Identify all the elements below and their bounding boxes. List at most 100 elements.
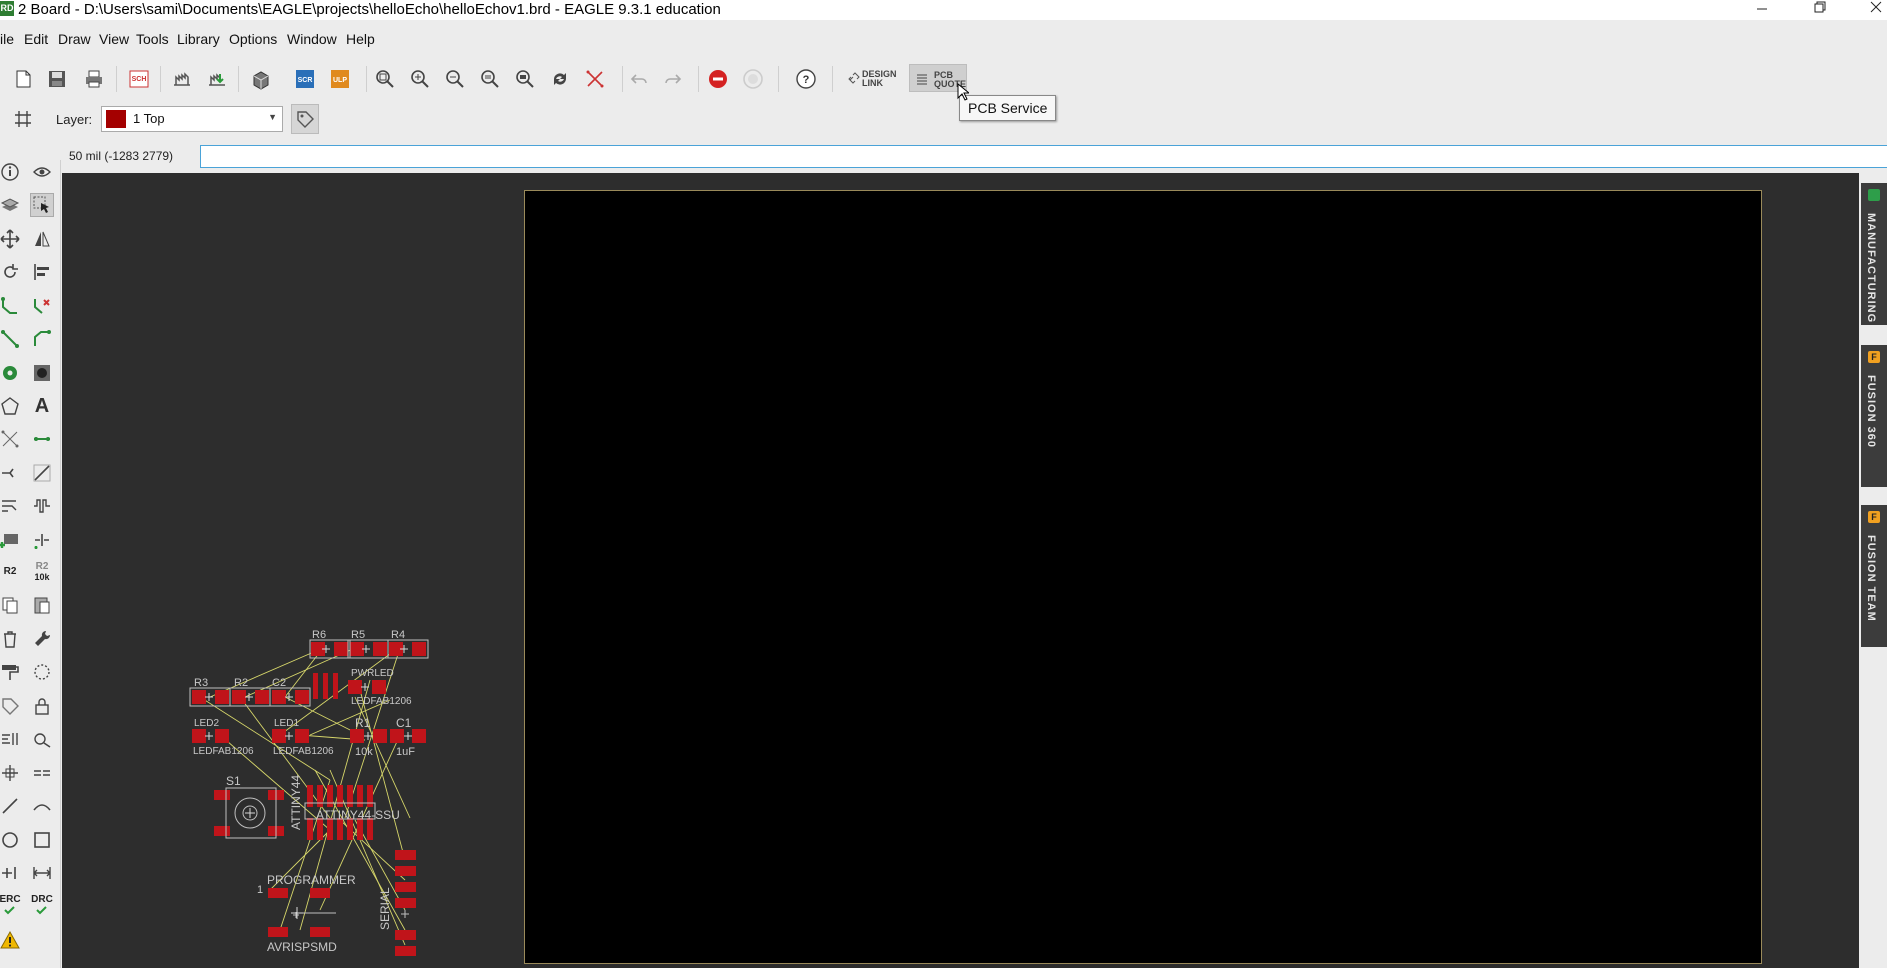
align-tool[interactable] xyxy=(30,260,54,284)
lock-tool[interactable] xyxy=(30,694,54,718)
export-button[interactable] xyxy=(204,66,230,92)
menu-library[interactable]: Library xyxy=(177,31,220,47)
stop-button[interactable] xyxy=(705,66,731,92)
menu-edit[interactable]: Edit xyxy=(24,31,48,47)
zoom-area-button[interactable] xyxy=(512,66,538,92)
script-button[interactable]: SCR xyxy=(292,66,318,92)
help-button[interactable]: ? xyxy=(793,66,819,92)
design-link-button[interactable]: DESIGN LINK xyxy=(848,68,900,90)
net-tool[interactable] xyxy=(0,427,22,451)
rectangle-icon xyxy=(34,832,50,848)
menu-options[interactable]: Options xyxy=(229,31,277,47)
menu-window[interactable]: Window xyxy=(287,31,337,47)
rectangle-tool[interactable] xyxy=(30,828,54,852)
menu-view[interactable]: View xyxy=(99,31,129,47)
print-button[interactable] xyxy=(81,66,107,92)
menu-file[interactable]: ile xyxy=(0,31,14,47)
schematic-button[interactable]: SCH xyxy=(126,66,152,92)
autorouter-icon xyxy=(1,330,19,348)
new-button[interactable] xyxy=(10,66,36,92)
scr-label: SCR xyxy=(298,77,313,84)
route-tool[interactable] xyxy=(0,294,22,318)
polygon-tool[interactable] xyxy=(0,394,22,418)
undo-button[interactable] xyxy=(626,66,652,92)
zoom-fit-button[interactable] xyxy=(372,66,398,92)
minimize-button[interactable] xyxy=(1739,0,1785,20)
route-icon xyxy=(1,297,17,314)
menu-tools[interactable]: Tools xyxy=(136,31,169,47)
rotate-tool[interactable] xyxy=(0,260,22,284)
zoom-in-button[interactable] xyxy=(407,66,433,92)
print-icon xyxy=(86,70,102,88)
errors-tool[interactable] xyxy=(0,928,22,952)
line-tool[interactable] xyxy=(0,794,22,818)
change-tool[interactable] xyxy=(30,627,54,651)
layer-settings-tool[interactable] xyxy=(0,193,22,217)
origin-tool[interactable] xyxy=(0,861,22,885)
show-tool[interactable] xyxy=(30,160,54,184)
attribute-tool[interactable] xyxy=(0,694,22,718)
dimension-tool[interactable] xyxy=(30,861,54,885)
autorouter-tool[interactable] xyxy=(0,327,22,351)
close-button[interactable] xyxy=(1853,0,1887,20)
move-tool[interactable] xyxy=(0,227,22,251)
zoom-select-button[interactable] xyxy=(477,66,503,92)
paint-roller-tool[interactable] xyxy=(0,660,22,684)
smash-tool[interactable] xyxy=(0,727,22,751)
grid-button[interactable] xyxy=(10,106,36,132)
copy-tool[interactable] xyxy=(0,593,22,617)
group-tool[interactable] xyxy=(30,660,54,684)
paste-tool[interactable] xyxy=(30,593,54,617)
circle-tool[interactable] xyxy=(0,828,22,852)
text-tool[interactable]: A xyxy=(30,394,54,418)
go-button[interactable] xyxy=(740,66,766,92)
side-panel-manufacturing[interactable]: MANUFACTURING xyxy=(1861,183,1887,325)
erc-tool[interactable]: ERC xyxy=(0,893,22,917)
restore-button[interactable] xyxy=(1797,0,1843,20)
redo-button[interactable] xyxy=(660,66,686,92)
select-tool[interactable] xyxy=(30,193,54,217)
via-tool[interactable] xyxy=(0,361,22,385)
miter-tool[interactable] xyxy=(0,494,22,518)
dimension-dash-tool[interactable] xyxy=(30,761,54,785)
split-icon xyxy=(2,468,14,478)
menu-help[interactable]: Help xyxy=(346,31,375,47)
wire-draw-tool[interactable] xyxy=(30,461,54,485)
delete-tool[interactable] xyxy=(0,627,22,651)
drc-tool[interactable]: DRC xyxy=(30,893,54,917)
value-tool[interactable]: R2 10k xyxy=(30,560,54,584)
name-tool[interactable]: R2 xyxy=(0,560,22,584)
command-input[interactable] xyxy=(200,145,1887,168)
mirror-tool[interactable] xyxy=(30,227,54,251)
3d-package-button[interactable] xyxy=(248,66,274,92)
side-panel-fusion-team[interactable]: F FUSION TEAM xyxy=(1861,505,1887,647)
side-panel-fusion-360[interactable]: F FUSION 360 xyxy=(1861,345,1887,487)
optimize-tool[interactable] xyxy=(30,327,54,351)
fusion-icon: F xyxy=(1868,511,1880,523)
toolbar-separator xyxy=(778,66,779,92)
layer-select[interactable]: 1 Top ▼ xyxy=(101,106,283,132)
info-tool[interactable] xyxy=(0,160,22,184)
hole-icon xyxy=(34,365,50,381)
ripup-tool[interactable] xyxy=(30,294,54,318)
save-button[interactable] xyxy=(44,66,70,92)
menu-draw[interactable]: Draw xyxy=(58,31,91,47)
redraw-button[interactable] xyxy=(547,66,573,92)
zoom-out-button[interactable] xyxy=(442,66,468,92)
layer-tag-button[interactable] xyxy=(291,104,319,134)
mirror-icon xyxy=(35,231,50,247)
mark-tool[interactable] xyxy=(0,761,22,785)
meander-tool[interactable] xyxy=(30,494,54,518)
ratsnest-button[interactable] xyxy=(582,66,608,92)
hole-tool[interactable] xyxy=(30,361,54,385)
board-outline[interactable] xyxy=(524,190,1762,964)
replace-tool[interactable] xyxy=(30,528,54,552)
grid-icon xyxy=(15,111,31,127)
arc-tool[interactable] xyxy=(30,794,54,818)
slice-tool[interactable] xyxy=(30,727,54,751)
cam-button[interactable] xyxy=(169,66,195,92)
signal-tool[interactable] xyxy=(30,427,54,451)
add-tool[interactable] xyxy=(0,528,22,552)
split-tool[interactable] xyxy=(0,461,22,485)
ulp-button[interactable]: ULP xyxy=(327,66,353,92)
